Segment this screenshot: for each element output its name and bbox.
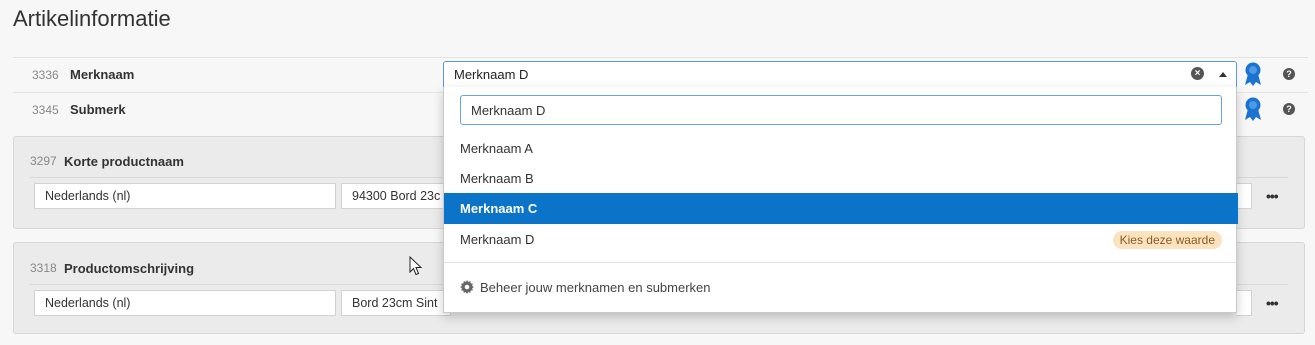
dropdown-option-selected[interactable]: Merknaam C xyxy=(444,193,1238,224)
award-ribbon-icon[interactable] xyxy=(1243,97,1263,121)
option-label: Merknaam D xyxy=(460,232,535,247)
award-ribbon-icon[interactable] xyxy=(1243,62,1263,86)
panel-label: Productomschrijving xyxy=(64,261,195,276)
brand-select-value: Merknaam D xyxy=(454,67,529,82)
option-label: Merknaam C xyxy=(460,201,538,216)
manage-brands-label: Beheer jouw merknamen en submerken xyxy=(480,280,711,295)
language-field[interactable]: Nederlands (nl) xyxy=(34,183,336,209)
language-field[interactable]: Nederlands (nl) xyxy=(34,290,336,316)
ellipsis-icon[interactable]: ••• xyxy=(1266,188,1279,204)
dropdown-option[interactable]: Merknaam D Kies deze waarde xyxy=(444,224,1238,255)
description-field-end[interactable] xyxy=(1236,290,1252,316)
question-circle-icon[interactable]: ? xyxy=(1283,103,1295,115)
product-name-field-end[interactable] xyxy=(1236,183,1252,209)
panel-label: Korte productnaam xyxy=(64,154,184,169)
caret-up-icon[interactable] xyxy=(1219,72,1227,77)
panel-id: 3318 xyxy=(30,261,57,275)
mouse-cursor-icon xyxy=(409,256,423,276)
dropdown-option[interactable]: Merknaam A xyxy=(444,133,1238,164)
dropdown-divider xyxy=(444,262,1236,263)
description-field[interactable]: Bord 23cm Sint xyxy=(341,290,451,316)
product-name-field[interactable]: 94300 Bord 23c xyxy=(341,183,451,209)
gear-icon xyxy=(460,280,474,294)
question-circle-icon[interactable]: ? xyxy=(1283,68,1295,80)
field-label: Submerk xyxy=(70,102,126,117)
clear-icon[interactable]: × xyxy=(1191,67,1204,80)
option-label: Merknaam B xyxy=(460,171,534,186)
ellipsis-icon[interactable]: ••• xyxy=(1266,295,1279,311)
panel-id: 3297 xyxy=(30,154,57,168)
field-id: 3336 xyxy=(32,68,59,82)
field-id: 3345 xyxy=(32,103,59,117)
dropdown-option[interactable]: Merknaam B xyxy=(444,163,1238,194)
page-title: Artikelinformatie xyxy=(13,6,171,31)
brand-select[interactable]: Merknaam D × xyxy=(443,61,1237,88)
manage-brands-link[interactable]: Beheer jouw merknamen en submerken xyxy=(460,280,711,295)
choose-value-badge[interactable]: Kies deze waarde xyxy=(1112,231,1222,249)
field-label: Merknaam xyxy=(70,67,135,82)
option-label: Merknaam A xyxy=(460,141,533,156)
brand-dropdown: Merknaam A Merknaam B Merknaam C Merknaa… xyxy=(443,87,1238,313)
dropdown-search-input[interactable] xyxy=(460,95,1222,125)
